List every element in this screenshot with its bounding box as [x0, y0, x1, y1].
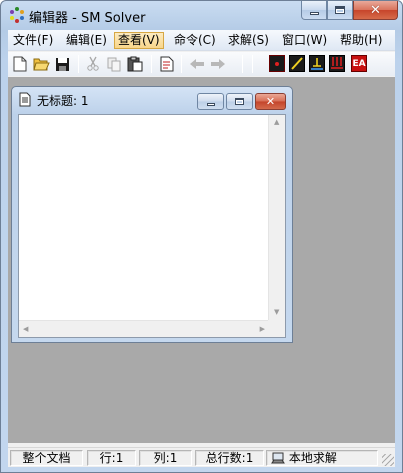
maximize-button[interactable] — [327, 1, 353, 20]
paste-button[interactable] — [126, 55, 144, 73]
status-col: 列:1 — [139, 450, 192, 466]
toolbar-separator — [242, 55, 243, 73]
client-area: 文件(F) 编辑(E) 查看(V) 命令(C) 求解(S) 窗口(W) 帮助(H… — [8, 30, 395, 467]
ea-button[interactable]: EA — [351, 55, 367, 72]
statusbar-resize-grip[interactable] — [382, 454, 394, 466]
close-icon: ✕ — [370, 2, 381, 18]
scroll-up-icon[interactable]: ▲ — [274, 119, 279, 126]
back-button[interactable] — [188, 55, 206, 73]
menu-command[interactable]: 命令(C) — [171, 32, 219, 49]
document-window[interactable]: 无标题: 1 ✕ ▲ ▼ ◀ ▶ — [11, 86, 293, 343]
horizontal-scrollbar[interactable]: ◀ ▶ — [19, 320, 269, 337]
document-title: 无标题: 1 — [37, 94, 89, 108]
open-folder-icon — [32, 58, 50, 71]
menu-view[interactable]: 查看(V) — [114, 32, 164, 49]
menu-help[interactable]: 帮助(H) — [337, 32, 385, 49]
status-total-rows: 总行数:1 — [195, 450, 264, 466]
scroll-right-icon[interactable]: ▶ — [260, 326, 265, 333]
toolbar-separator — [151, 55, 152, 73]
point-icon — [275, 61, 279, 66]
forward-arrow-icon — [211, 59, 225, 69]
status-scope: 整个文档 — [10, 450, 83, 466]
point-button[interactable] — [269, 55, 285, 72]
caption-buttons: ✕ — [301, 1, 398, 21]
toolbar-separator — [181, 55, 182, 73]
constraint-icon — [311, 58, 323, 70]
load-button[interactable] — [329, 55, 345, 72]
menu-edit[interactable]: 编辑(E) — [63, 32, 110, 49]
mdi-workspace: 无标题: 1 ✕ ▲ ▼ ◀ ▶ — [8, 77, 395, 443]
menu-file[interactable]: 文件(F) — [10, 32, 56, 49]
scroll-down-icon[interactable]: ▼ — [274, 309, 279, 316]
close-icon: ✕ — [265, 95, 276, 108]
document-maximize-button[interactable] — [226, 93, 253, 110]
save-icon — [55, 57, 69, 71]
minimize-icon — [206, 102, 215, 106]
load-icon — [331, 57, 343, 69]
toolbar-separator — [78, 55, 79, 73]
computer-icon — [271, 452, 285, 464]
main-window: 编辑器 - SM Solver ✕ 文件(F) 编辑(E) 查看(V) 命令(C… — [0, 0, 403, 473]
back-arrow-icon — [190, 59, 204, 69]
status-row: 行:1 — [87, 450, 136, 466]
document-caption-buttons: ✕ — [197, 93, 286, 110]
resize-grip[interactable] — [268, 320, 285, 337]
menu-bar: 文件(F) 编辑(E) 查看(V) 命令(C) 求解(S) 窗口(W) 帮助(H… — [8, 30, 395, 51]
new-file-button[interactable] — [11, 55, 29, 73]
solve-mode-label: 本地求解 — [288, 451, 337, 465]
window-title: 编辑器 - SM Solver — [29, 11, 146, 26]
maximize-icon — [335, 6, 345, 14]
toolbar-separator — [252, 55, 253, 73]
editor-textarea[interactable]: ▲ ▼ ◀ ▶ — [18, 114, 286, 338]
maximize-icon — [235, 98, 244, 105]
minimize-button[interactable] — [301, 1, 327, 20]
forward-button[interactable] — [209, 55, 227, 73]
document-minimize-button[interactable] — [197, 93, 224, 110]
sm-solver-app-icon — [10, 7, 24, 23]
paste-icon — [127, 56, 143, 72]
open-button[interactable] — [32, 55, 50, 73]
print-preview-icon — [160, 56, 174, 72]
copy-icon — [107, 57, 120, 71]
line-button[interactable] — [289, 55, 305, 72]
constraint-button[interactable] — [309, 55, 325, 72]
menu-solve[interactable]: 求解(S) — [225, 32, 272, 49]
vertical-scrollbar[interactable]: ▲ ▼ — [268, 115, 285, 320]
title-bar[interactable]: 编辑器 - SM Solver ✕ — [1, 1, 402, 29]
close-button[interactable]: ✕ — [353, 1, 398, 20]
document-close-button[interactable]: ✕ — [255, 93, 286, 110]
copy-button[interactable] — [105, 55, 123, 73]
cut-icon — [87, 56, 99, 71]
status-solve-mode: 本地求解 — [266, 450, 378, 466]
status-bar: 整个文档 行:1 列:1 总行数:1 本地求解 — [8, 447, 395, 467]
save-button[interactable] — [53, 55, 71, 73]
scroll-left-icon[interactable]: ◀ — [23, 326, 28, 333]
line-icon — [291, 57, 303, 70]
cut-button[interactable] — [84, 55, 102, 73]
document-icon — [19, 92, 31, 107]
minimize-icon — [309, 11, 319, 15]
print-preview-button[interactable] — [158, 55, 176, 73]
new-file-icon — [13, 56, 27, 72]
toolbar: EA — [8, 52, 395, 76]
ea-icon: EA — [352, 58, 366, 69]
menu-window[interactable]: 窗口(W) — [279, 32, 330, 49]
